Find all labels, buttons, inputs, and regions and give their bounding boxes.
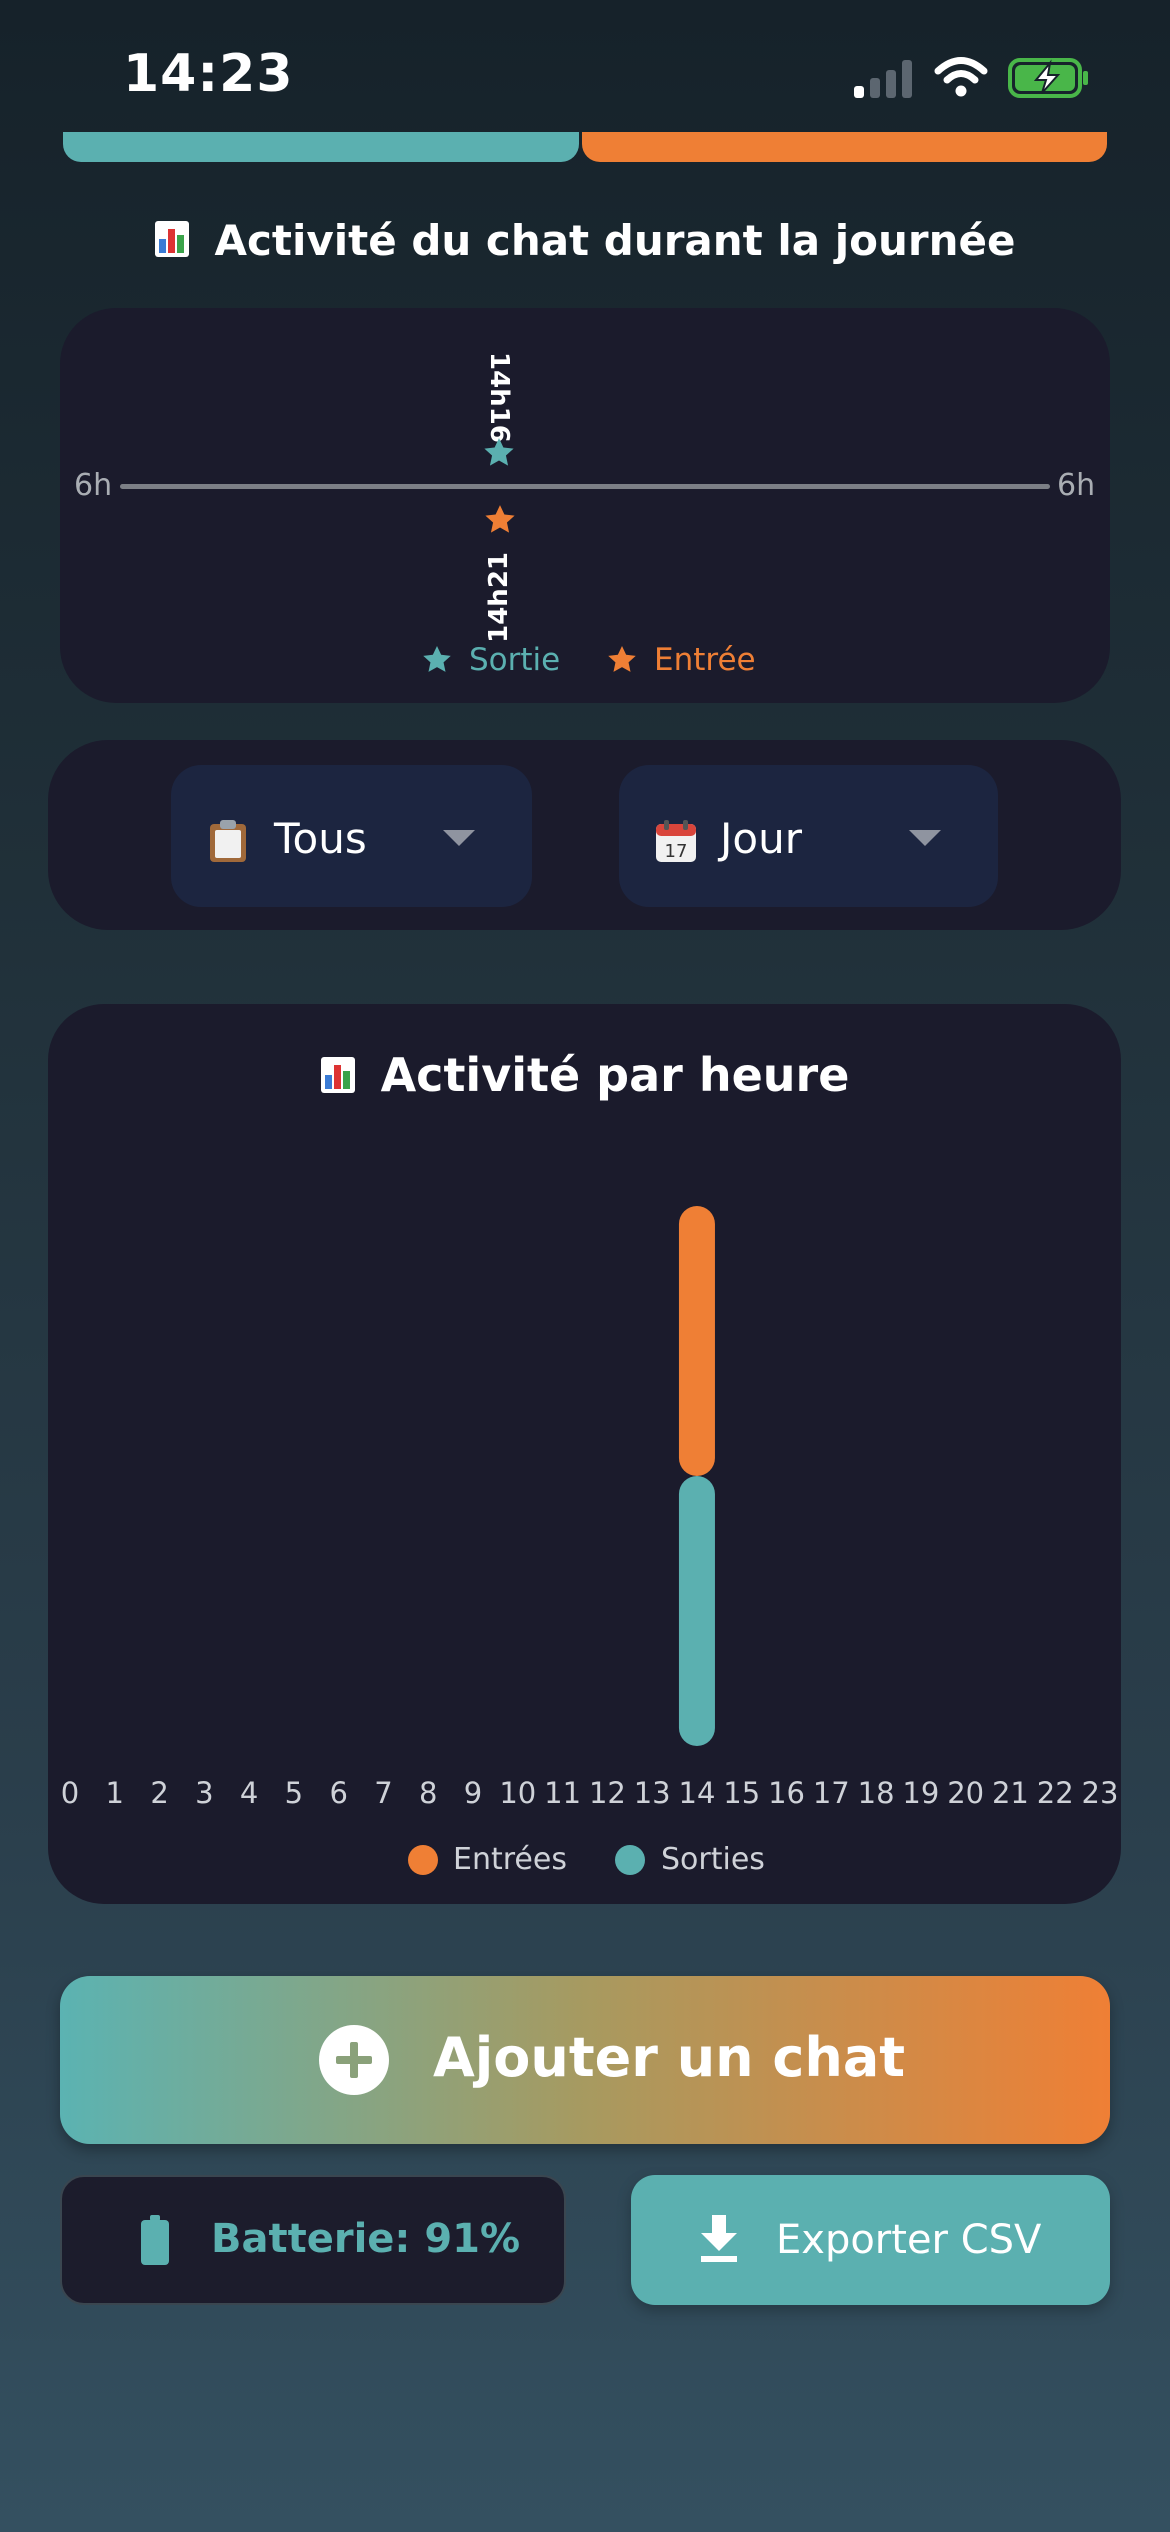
timeline-event-entree-star-icon[interactable] [483,503,517,537]
x-tick-label: 10 [499,1776,537,1810]
timeline-event-sortie-time: 14h16 [484,352,514,443]
x-tick-label: 15 [723,1776,761,1810]
status-time: 14:23 [123,44,294,104]
export-csv-button[interactable]: Exporter CSV [631,2175,1110,2305]
type-filter-chevron-down-icon [443,830,475,846]
timeline-end-label: 6h [1057,468,1096,503]
plus-circle-icon [319,2025,389,2095]
add-cat-label: Ajouter un chat [433,2026,906,2089]
add-cat-button[interactable]: Ajouter un chat [60,1976,1110,2144]
battery-status-label: Batterie: 91% [211,2216,521,2262]
svg-text:17: 17 [665,841,688,862]
legend-entree-label: Entrée [654,642,756,678]
x-tick-label: 21 [991,1776,1029,1810]
x-tick-label: 1 [105,1776,124,1810]
x-tick-label: 4 [239,1776,259,1810]
x-tick-label: 3 [195,1776,214,1810]
timeline-title-row: Activité du chat durant la journée [0,216,1170,265]
tab-indicator-left[interactable] [63,132,579,162]
x-tick-label: 18 [857,1776,895,1810]
x-tick-label: 7 [374,1776,393,1810]
x-tick-label: 14 [678,1776,716,1810]
legend-entree-star-icon [608,646,636,672]
wifi-icon [934,57,988,97]
timeline-title: Activité du chat durant la journée [214,216,1016,265]
legend-entrees-dot [408,1845,438,1875]
calendar-icon: 17 [656,820,696,862]
bar-chart-emoji-icon [154,221,189,257]
cellular-signal-icon [854,58,914,98]
hourly-chart-title: Activité par heure [380,1048,850,1102]
download-icon [701,2215,737,2262]
x-tick-label: 13 [633,1776,671,1810]
clipboard-icon [210,820,246,862]
x-tick-label: 5 [284,1776,304,1810]
legend-entrees-label: Entrées [453,1842,567,1877]
period-filter-value: Jour [720,814,802,863]
x-tick-label: 22 [1036,1776,1074,1810]
hourly-bar-chart [678,1206,715,1746]
timeline-axis [120,484,1050,489]
x-tick-label: 9 [463,1776,483,1810]
legend-sorties-label: Sorties [661,1842,765,1877]
hourly-chart-title-row: Activité par heure [0,1048,1170,1102]
x-tick-label: 16 [768,1776,805,1810]
x-tick-label: 17 [812,1776,850,1810]
x-tick-label: 12 [588,1776,626,1810]
legend-sortie-label: Sortie [469,642,561,678]
timeline-event-entree-time: 14h21 [484,552,514,643]
x-tick-label: 2 [150,1776,169,1810]
x-tick-label: 20 [947,1776,985,1810]
battery-status-button[interactable]: Batterie: 91% [60,2175,566,2305]
timeline-start-label: 6h [74,468,113,503]
tab-indicator-right[interactable] [582,132,1107,162]
battery-icon [141,2215,169,2265]
period-filter-chevron-down-icon [909,830,941,846]
x-tick-label: 6 [329,1776,348,1810]
type-filter-value: Tous [274,814,367,863]
x-tick-label: 19 [902,1776,940,1810]
x-tick-label: 0 [60,1776,80,1810]
hourly-chart-x-axis: 0 1 2 3 4 5 6 7 8 9 10 11 12 13 14 15 16 17 18 19 20 21 22 23 [0,1776,1170,1816]
x-tick-label: 8 [419,1776,438,1810]
bar-entrées-hour-14[interactable] [678,1206,715,1476]
x-tick-label: 11 [544,1776,582,1810]
legend-sorties-dot [615,1845,645,1875]
bar-sorties-hour-14[interactable] [678,1476,715,1746]
x-tick-label: 23 [1081,1776,1119,1810]
timeline-card [60,308,1110,703]
battery-charging-icon [1008,58,1088,98]
bar-chart-emoji-icon [320,1057,355,1093]
timeline-event-sortie-star-icon[interactable] [482,436,516,470]
legend-sortie-star-icon [423,646,451,672]
export-csv-label: Exporter CSV [776,2217,1042,2263]
